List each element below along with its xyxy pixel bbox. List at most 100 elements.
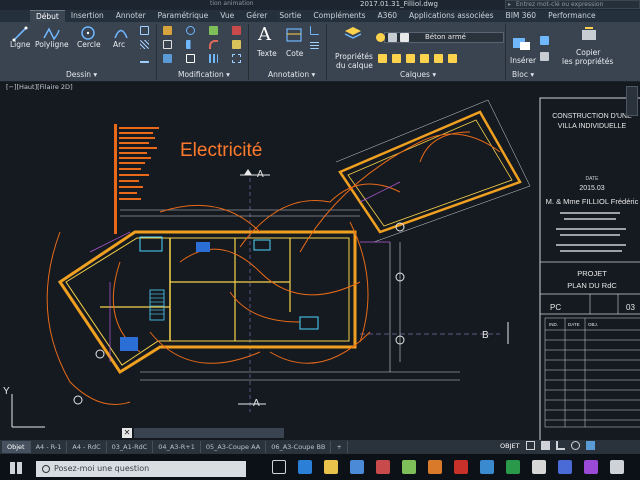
- layout-tab[interactable]: A4 - RdC: [67, 441, 107, 453]
- viewport-controls[interactable]: [−][Haut][Filaire 2D]: [6, 83, 73, 91]
- autocad-icon[interactable]: [454, 460, 468, 474]
- create-block-icon[interactable]: [540, 36, 549, 45]
- table-icon[interactable]: [310, 40, 319, 49]
- offset-icon[interactable]: [232, 54, 241, 63]
- edge-icon[interactable]: [298, 460, 312, 474]
- status-mode[interactable]: OBJET: [500, 442, 520, 450]
- ribbon-tab[interactable]: Applications associées: [403, 10, 500, 22]
- app-icon-9[interactable]: [610, 460, 624, 474]
- ribbon-tab[interactable]: Insertion: [65, 10, 110, 22]
- text-button[interactable]: Texte: [257, 49, 277, 58]
- trim-icon[interactable]: [209, 26, 218, 35]
- close-command-icon[interactable]: ✕: [122, 428, 132, 438]
- panel-separator: [156, 24, 157, 80]
- layer-tool-2-icon[interactable]: [392, 54, 401, 63]
- task-view-icon[interactable]: [272, 460, 286, 474]
- layout-tab[interactable]: 06_A3-Coupe BB: [266, 441, 332, 453]
- rotate-icon[interactable]: [186, 26, 195, 35]
- panel-bloc[interactable]: Bloc ▾: [512, 70, 534, 79]
- layer-tool-4-icon[interactable]: [420, 54, 429, 63]
- spline-icon[interactable]: [140, 54, 149, 63]
- panel-modification[interactable]: Modification ▾: [178, 70, 230, 79]
- section-label-a-top: A: [257, 169, 264, 180]
- layout-tab[interactable]: Objet: [2, 441, 31, 453]
- scale-icon[interactable]: [186, 54, 195, 63]
- layout-tab[interactable]: 05_A3-Coupe AA: [201, 441, 267, 453]
- help-search-input[interactable]: Entrez mot-clé ou expression: [505, 0, 640, 9]
- fillet-icon[interactable]: [209, 40, 218, 49]
- layout-tab[interactable]: A4 - R-1: [31, 441, 68, 453]
- ribbon-tab[interactable]: Annoter: [110, 10, 152, 22]
- layout-tab[interactable]: 03_A1-RdC: [107, 441, 154, 453]
- store-icon[interactable]: [350, 460, 364, 474]
- color-icon[interactable]: [400, 33, 409, 42]
- app-icon-8[interactable]: [584, 460, 598, 474]
- dimension-button[interactable]: Cote: [286, 49, 303, 58]
- grid-icon[interactable]: [525, 441, 535, 450]
- ribbon-tab[interactable]: Performance: [542, 10, 602, 22]
- panel-calques[interactable]: Calques ▾: [400, 70, 436, 79]
- panel-annotation[interactable]: Annotation ▾: [268, 70, 315, 79]
- ribbon-tab[interactable]: Compléments: [307, 10, 371, 22]
- table-header-date: DATE: [568, 322, 580, 327]
- app-icon-5[interactable]: [506, 460, 520, 474]
- copy-icon[interactable]: [163, 40, 172, 49]
- erase-icon[interactable]: [232, 26, 241, 35]
- layer-tool-3-icon[interactable]: [406, 54, 415, 63]
- drawing-canvas[interactable]: [−][Haut][Filaire 2D] Electricité A A B …: [0, 82, 640, 440]
- title-bar: tion animation 2017.01.31_Filliol.dwg En…: [0, 0, 640, 10]
- insert-button[interactable]: Insérer: [510, 56, 536, 65]
- layer-properties-label-2[interactable]: du calque: [336, 61, 373, 70]
- ribbon-tab[interactable]: Vue: [214, 10, 240, 22]
- ucs-axis: Y: [3, 386, 45, 428]
- match-properties-label-2[interactable]: les propriétés: [562, 57, 613, 66]
- app-icon-1[interactable]: [376, 460, 390, 474]
- windows-start-icon[interactable]: [10, 462, 22, 474]
- circle-button[interactable]: Cercle: [77, 40, 101, 49]
- app-icon-4[interactable]: [480, 460, 494, 474]
- app-icon-2[interactable]: [402, 460, 416, 474]
- section-marker-b: B: [360, 322, 509, 344]
- array-icon[interactable]: [209, 54, 218, 63]
- line-button[interactable]: Ligne: [10, 40, 30, 49]
- hatch-icon[interactable]: [140, 40, 149, 49]
- layer-properties-label-1[interactable]: Propriétés: [335, 52, 373, 61]
- rectangle-icon[interactable]: [140, 26, 149, 35]
- taskbar-search-input[interactable]: Posez-moi une question: [36, 461, 246, 477]
- snap-icon[interactable]: [540, 441, 550, 450]
- ribbon-tab[interactable]: BIM 360: [500, 10, 543, 22]
- layout-tab[interactable]: 04_A3-R+1: [153, 441, 201, 453]
- layout-tab[interactable]: +: [331, 441, 348, 453]
- command-line[interactable]: [134, 428, 284, 438]
- bulb-icon[interactable]: [376, 33, 385, 42]
- arc-button[interactable]: Arc: [113, 40, 125, 49]
- file-explorer-icon[interactable]: [324, 460, 338, 474]
- ribbon-tab[interactable]: A360: [372, 10, 403, 22]
- match-properties-label-1[interactable]: Copier: [576, 48, 600, 57]
- app-icon-3[interactable]: [428, 460, 442, 474]
- stretch-icon[interactable]: [163, 54, 172, 63]
- ribbon-tab[interactable]: Paramétrique: [152, 10, 215, 22]
- leader-icon[interactable]: [310, 26, 319, 35]
- ortho-icon[interactable]: [555, 441, 565, 450]
- ribbon-tab[interactable]: Gérer: [240, 10, 273, 22]
- osnap-icon[interactable]: [585, 441, 595, 450]
- app-icon-7[interactable]: [558, 460, 572, 474]
- polyline-button[interactable]: Polyligne: [35, 40, 69, 49]
- layer-tool-5-icon[interactable]: [434, 54, 443, 63]
- panel-dessin[interactable]: Dessin ▾: [66, 70, 97, 79]
- nav-bar[interactable]: [626, 86, 638, 116]
- layer-tool-6-icon[interactable]: [448, 54, 457, 63]
- edit-block-icon[interactable]: [540, 52, 549, 61]
- ribbon-tab[interactable]: Début: [30, 10, 65, 22]
- explode-icon[interactable]: [232, 40, 241, 49]
- title-fragment: tion animation: [210, 0, 254, 7]
- layer-tool-1-icon[interactable]: [378, 54, 387, 63]
- move-icon[interactable]: [163, 26, 172, 35]
- mirror-icon[interactable]: [186, 40, 195, 49]
- polar-icon[interactable]: [570, 441, 580, 450]
- ribbon-tab[interactable]: Sortie: [273, 10, 307, 22]
- app-icon-6[interactable]: [532, 460, 546, 474]
- lock-icon[interactable]: [388, 33, 397, 42]
- house-walls: [57, 230, 357, 375]
